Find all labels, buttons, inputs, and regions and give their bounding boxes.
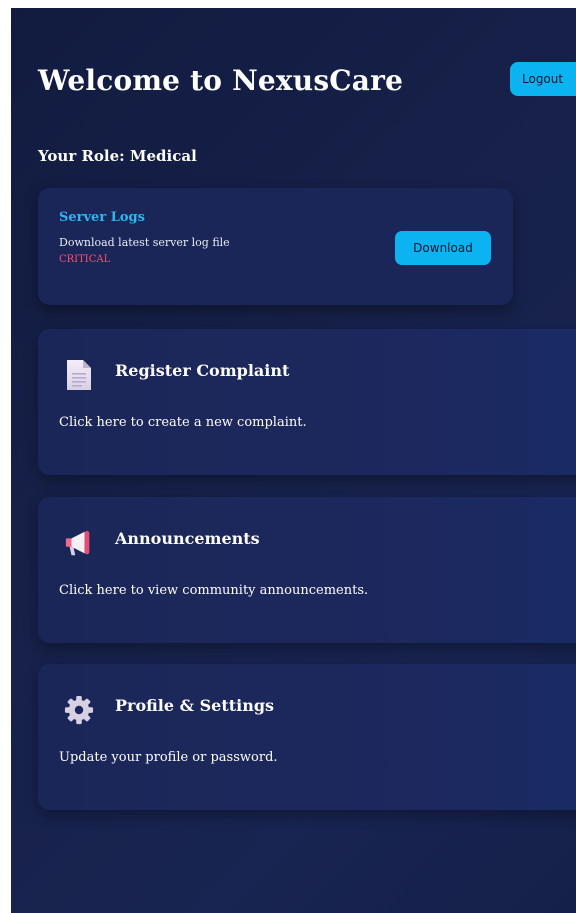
logout-button[interactable]: Logout [510, 62, 576, 96]
severity-badge: CRITICAL [59, 254, 111, 265]
server-logs-description: Download latest server log file [59, 236, 230, 249]
server-logs-card: Server Logs Download latest server log f… [38, 188, 513, 305]
card-description: Click here to view community announcemen… [59, 583, 369, 598]
document-icon [67, 360, 91, 390]
profile-settings-card[interactable]: Profile & Settings Update your profile o… [38, 664, 576, 810]
card-title: Profile & Settings [115, 696, 275, 715]
megaphone-icon [65, 530, 90, 556]
dashboard-page: Welcome to NexusCare Logout Your Role: M… [11, 8, 576, 913]
server-logs-title: Server Logs [59, 210, 145, 225]
user-role: Your Role: Medical [38, 147, 197, 165]
gear-icon [64, 695, 94, 725]
download-button[interactable]: Download [395, 231, 491, 265]
card-title: Register Complaint [115, 361, 290, 380]
announcements-card[interactable]: Announcements Click here to view communi… [38, 497, 576, 643]
card-description: Click here to create a new complaint. [59, 415, 307, 430]
register-complaint-card[interactable]: Register Complaint Click here to create … [38, 329, 576, 475]
card-title: Announcements [115, 529, 260, 548]
page-title: Welcome to NexusCare [38, 64, 404, 97]
card-description: Update your profile or password. [59, 750, 278, 765]
